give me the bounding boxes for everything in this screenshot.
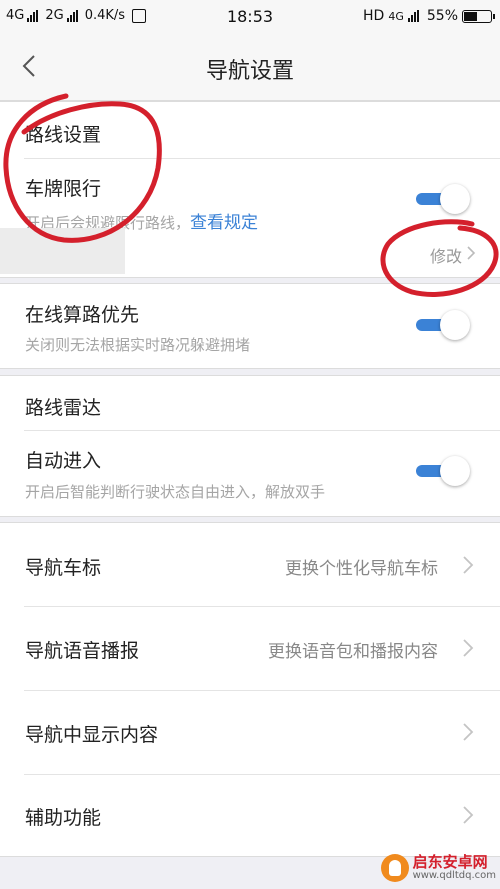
online-routing-toggle[interactable] xyxy=(414,310,470,340)
toggle-knob xyxy=(440,310,470,340)
watermark-logo-icon xyxy=(380,854,409,882)
chevron-right-icon xyxy=(467,246,476,260)
toggle-knob xyxy=(440,184,470,214)
chevron-right-icon xyxy=(463,556,474,574)
menu-item-car-icon[interactable]: 导航车标 更换个性化导航车标 xyxy=(0,523,500,606)
battery-fill xyxy=(464,11,477,21)
route-settings-card: 路线设置 车牌限行 开启后会规避限行路线，查看规定 修改 xyxy=(0,101,500,278)
auto-enter-toggle[interactable] xyxy=(414,456,470,486)
status-right: HD 4G 55% xyxy=(363,8,495,24)
online-routing-title: 在线算路优先 xyxy=(25,304,140,326)
view-rules-link[interactable]: 查看规定 xyxy=(190,213,258,233)
menu-item-label: 导航车标 xyxy=(25,557,102,579)
section-header-route: 路线设置 xyxy=(25,124,102,146)
modify-link[interactable]: 修改 xyxy=(430,243,462,267)
menu-item-assist-functions[interactable]: 辅助功能 xyxy=(0,775,500,855)
auto-enter-subtitle: 开启后智能判断行驶状态自由进入，解放双手 xyxy=(25,483,326,501)
menu-item-value: 更换个性化导航车标 xyxy=(285,559,438,579)
network-type-3: 4G xyxy=(388,9,404,23)
battery-percent: 55% xyxy=(426,8,458,24)
divider xyxy=(24,430,500,431)
menu-item-value: 更换语音包和播报内容 xyxy=(268,642,438,662)
menu-item-label: 导航中显示内容 xyxy=(25,724,159,746)
battery-icon xyxy=(462,9,495,23)
status-bar: 4G 2G 0.4K/s 18:53 HD 4G 55% xyxy=(0,0,500,34)
online-routing-card: 在线算路优先 关闭则无法根据实时路况躲避拥堵 xyxy=(0,283,500,369)
menu-item-label: 辅助功能 xyxy=(25,807,102,829)
online-routing-subtitle: 关闭则无法根据实时路况躲避拥堵 xyxy=(25,336,251,354)
blurred-plate-number xyxy=(0,228,125,274)
menu-item-voice-broadcast[interactable]: 导航语音播报 更换语音包和播报内容 xyxy=(0,607,500,690)
nav-bar: 导航设置 xyxy=(0,34,500,101)
toggle-knob xyxy=(440,456,470,486)
navigation-menu-card: 导航车标 更换个性化导航车标 导航语音播报 更换语音包和播报内容 导航中显示内容… xyxy=(0,522,500,857)
auto-enter-title: 自动进入 xyxy=(25,450,102,472)
divider xyxy=(24,158,500,159)
plate-limit-title: 车牌限行 xyxy=(25,178,102,200)
watermark-url: www.qdltdq.com xyxy=(412,869,496,881)
menu-item-label: 导航语音播报 xyxy=(25,640,140,662)
route-radar-card: 路线雷达 自动进入 开启后智能判断行驶状态自由进入，解放双手 xyxy=(0,375,500,517)
watermark: 启东安卓网 www.qdltdq.com xyxy=(380,850,496,886)
chevron-right-icon xyxy=(463,639,474,657)
plate-limit-toggle[interactable] xyxy=(414,184,470,214)
page-title: 导航设置 xyxy=(205,59,294,84)
watermark-site-name: 启东安卓网 xyxy=(412,852,488,871)
chevron-right-icon xyxy=(463,723,474,741)
chevron-right-icon xyxy=(463,806,474,824)
menu-item-display-content[interactable]: 导航中显示内容 xyxy=(0,691,500,774)
hd-indicator: HD xyxy=(363,8,385,24)
section-header-radar: 路线雷达 xyxy=(25,397,102,419)
signal-icon-3 xyxy=(407,10,419,22)
